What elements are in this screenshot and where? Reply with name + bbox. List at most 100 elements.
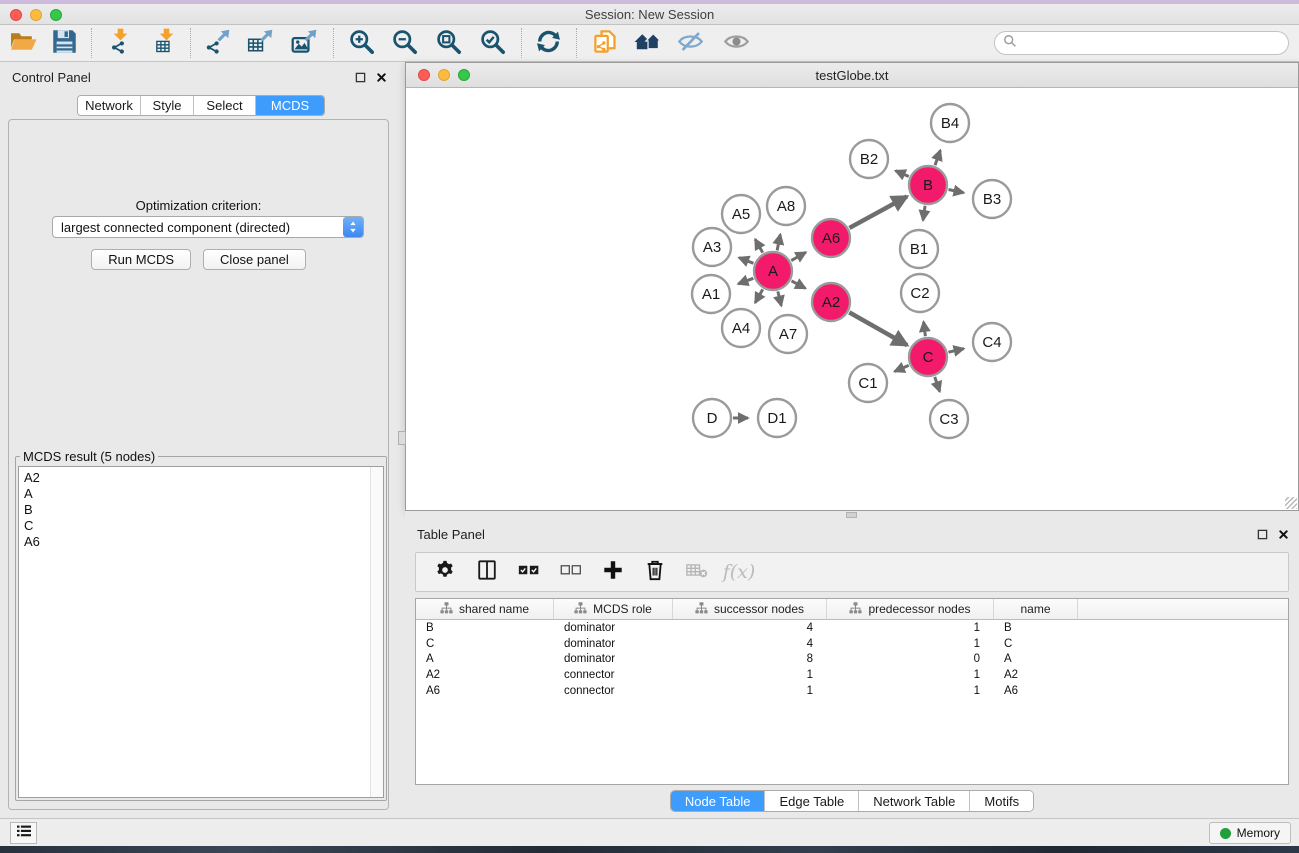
- graph-node-B3[interactable]: B3: [973, 180, 1011, 218]
- edge-C-C2[interactable]: [924, 322, 926, 336]
- graph-node-D1[interactable]: D1: [758, 399, 796, 437]
- graph-node-A1[interactable]: A1: [692, 275, 730, 313]
- edge-A6-B[interactable]: [849, 197, 907, 228]
- edge-A-A3[interactable]: [739, 258, 753, 264]
- edge-C-C1[interactable]: [895, 365, 909, 371]
- edge-B-B2[interactable]: [896, 171, 909, 177]
- edge-A-A6[interactable]: [791, 252, 806, 260]
- result-list-item[interactable]: A: [24, 486, 383, 502]
- horizontal-splitter-handle[interactable]: [846, 512, 857, 518]
- export-table-button[interactable]: [244, 28, 276, 60]
- tab-node-table[interactable]: Node Table: [671, 791, 766, 811]
- graph-node-C[interactable]: C: [909, 338, 947, 376]
- graph-node-B[interactable]: B: [909, 166, 947, 204]
- export-network-button[interactable]: [201, 28, 233, 60]
- graph-node-A3[interactable]: A3: [693, 228, 731, 266]
- resize-grip-icon[interactable]: [1285, 497, 1297, 509]
- tab-style[interactable]: Style: [141, 96, 194, 115]
- network-view-window[interactable]: testGlobe.txt B4 B2 B B3 A8A5 A6 B1 A3 A C2 A1 A2 A4…: [405, 62, 1299, 511]
- column-header-name[interactable]: name: [994, 599, 1078, 619]
- zoom-in-button[interactable]: [345, 28, 377, 60]
- network-graph[interactable]: B4 B2 B B3 A8A5 A6 B1 A3 A C2 A1 A2 A4A7 C4 C C1 C3 D D1: [406, 88, 1298, 510]
- export-image-button[interactable]: [288, 28, 320, 60]
- graph-node-B2[interactable]: B2: [850, 140, 888, 178]
- graph-node-C4[interactable]: C4: [973, 323, 1011, 361]
- tab-network[interactable]: Network: [78, 96, 141, 115]
- hide-details-button[interactable]: [674, 28, 706, 60]
- edge-C-C3[interactable]: [935, 377, 940, 392]
- delete-column-button[interactable]: [642, 559, 668, 585]
- float-panel-icon[interactable]: [355, 70, 366, 88]
- edge-A2-C[interactable]: [849, 312, 907, 345]
- result-list-item[interactable]: A6: [24, 534, 383, 550]
- horizontal-splitter[interactable]: [405, 511, 1299, 519]
- column-header-MCDS-role[interactable]: MCDS role: [554, 599, 673, 619]
- graph-node-A8[interactable]: A8: [767, 187, 805, 225]
- result-list-item[interactable]: B: [24, 502, 383, 518]
- network-canvas[interactable]: B4 B2 B B3 A8A5 A6 B1 A3 A C2 A1 A2 A4A7 C4 C C1 C3 D D1: [406, 88, 1298, 510]
- task-history-button[interactable]: [10, 822, 37, 844]
- edge-A-A5[interactable]: [755, 239, 763, 252]
- table-row[interactable]: Bdominator41B: [416, 620, 1288, 636]
- vertical-splitter-handle[interactable]: [398, 431, 406, 445]
- select-all-button[interactable]: [516, 559, 542, 585]
- result-list-item[interactable]: A2: [24, 470, 383, 486]
- graph-node-A4[interactable]: A4: [722, 309, 760, 347]
- network-window-titlebar[interactable]: testGlobe.txt: [406, 63, 1298, 88]
- import-network-button[interactable]: [104, 28, 136, 60]
- result-list-item[interactable]: C: [24, 518, 383, 534]
- table-row[interactable]: Adominator80A: [416, 652, 1288, 668]
- tab-select[interactable]: Select: [194, 96, 256, 115]
- zoom-selected-button[interactable]: [476, 28, 508, 60]
- edge-B-B3[interactable]: [949, 189, 964, 192]
- show-details-button[interactable]: [720, 28, 752, 60]
- edge-A-A4[interactable]: [755, 289, 763, 302]
- columns-button[interactable]: [474, 559, 500, 585]
- open-file-button[interactable]: [7, 28, 39, 60]
- search-field[interactable]: [994, 31, 1289, 55]
- graph-node-B1[interactable]: B1: [900, 230, 938, 268]
- close-panel-button[interactable]: Close panel: [203, 249, 306, 270]
- graph-node-A7[interactable]: A7: [769, 315, 807, 353]
- edge-B-B4[interactable]: [935, 150, 940, 165]
- table-row[interactable]: A2connector11A2: [416, 667, 1288, 683]
- close-panel-icon[interactable]: [1278, 527, 1289, 545]
- gear-button[interactable]: [432, 559, 458, 585]
- table-row[interactable]: A6connector11A6: [416, 683, 1288, 699]
- graph-node-D[interactable]: D: [693, 399, 731, 437]
- add-column-button[interactable]: [600, 559, 626, 585]
- tab-motifs[interactable]: Motifs: [970, 791, 1033, 811]
- home-button[interactable]: [631, 28, 663, 60]
- tab-mcds[interactable]: MCDS: [256, 96, 324, 115]
- edge-A-A1[interactable]: [738, 278, 753, 284]
- run-mcds-button[interactable]: Run MCDS: [91, 249, 191, 270]
- graph-node-A2[interactable]: A2: [812, 283, 850, 321]
- search-input[interactable]: [1022, 34, 1288, 52]
- graph-node-C2[interactable]: C2: [901, 274, 939, 312]
- column-header-predecessor-nodes[interactable]: predecessor nodes: [827, 599, 994, 619]
- zoom-fit-button[interactable]: [432, 28, 464, 60]
- tab-network-table[interactable]: Network Table: [859, 791, 970, 811]
- edge-A-A2[interactable]: [792, 281, 806, 288]
- tab-edge-table[interactable]: Edge Table: [765, 791, 859, 811]
- mcds-result-list[interactable]: A2ABCA6: [18, 466, 384, 798]
- edge-B-B1[interactable]: [923, 206, 925, 220]
- memory-button[interactable]: Memory: [1209, 822, 1291, 844]
- edge-A-A7[interactable]: [778, 291, 781, 305]
- deselect-all-button[interactable]: [558, 559, 584, 585]
- copy-network-button[interactable]: [589, 28, 621, 60]
- column-header-successor-nodes[interactable]: successor nodes: [673, 599, 827, 619]
- save-session-button[interactable]: [48, 28, 80, 60]
- graph-node-A[interactable]: A: [754, 252, 792, 290]
- zoom-out-button[interactable]: [388, 28, 420, 60]
- main-titlebar[interactable]: Session: New Session: [0, 4, 1299, 25]
- graph-node-A5[interactable]: A5: [722, 195, 760, 233]
- graph-node-C3[interactable]: C3: [930, 400, 968, 438]
- close-panel-icon[interactable]: [376, 70, 387, 88]
- criterion-dropdown[interactable]: largest connected component (directed): [52, 216, 364, 238]
- graph-node-C1[interactable]: C1: [849, 364, 887, 402]
- graph-node-B4[interactable]: B4: [931, 104, 969, 142]
- result-list-scrollbar[interactable]: [370, 467, 383, 797]
- float-panel-icon[interactable]: [1257, 527, 1268, 545]
- graph-node-A6[interactable]: A6: [812, 219, 850, 257]
